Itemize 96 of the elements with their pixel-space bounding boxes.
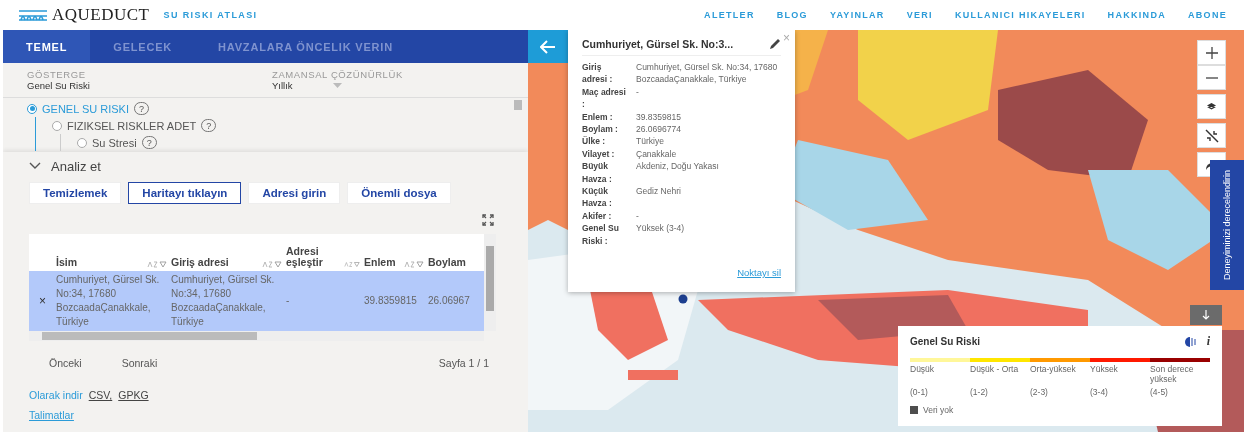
column-header[interactable]: Enlem — [364, 257, 396, 268]
download-label: Olarak indir — [29, 389, 83, 401]
popup-title: Cumhuriyet, Gürsel Sk. No:3... — [582, 38, 734, 50]
expand-icon[interactable] — [482, 214, 494, 226]
layers-icon — [1207, 103, 1216, 110]
section-title: Analiz et — [51, 158, 101, 174]
scrollbar-thumb[interactable] — [42, 332, 257, 340]
field-value: Cumhuriyet, Gürsel Sk. No:34, 17680 BozcaadaÇanakkale, Türkiye — [636, 61, 779, 86]
field-value: Yüksek (3-4) — [636, 222, 686, 236]
location-marker-icon[interactable] — [678, 294, 688, 304]
scrollbar-thumb[interactable] — [486, 246, 494, 311]
action-button[interactable]: Temizlemek — [29, 182, 122, 204]
field-value: Türkiye — [636, 135, 665, 148]
collapse-arrows-icon — [1204, 128, 1219, 143]
field-label: Ülke : — [582, 135, 607, 148]
tab[interactable]: TEMEL — [3, 30, 91, 63]
field-label: Küçük Havza : — [582, 185, 613, 210]
table-cell-text: Cumhuriyet, Gürsel Sk. No:34, 17680 BozcaadaÇanakkale, Türkiye — [56, 273, 161, 329]
field-value: - — [636, 85, 640, 99]
field-label: GÖSTERGE — [27, 69, 87, 80]
legend-title: Genel Su Riski — [910, 336, 981, 347]
field-value: Akdeniz, Doğu Yakası — [636, 160, 720, 174]
info-button[interactable]: i — [1206, 334, 1210, 349]
radio-button[interactable] — [77, 137, 87, 148]
legend-label: Veri yok — [923, 405, 954, 415]
field-value: Gediz Nehri — [636, 185, 682, 199]
back-arrow-icon — [540, 39, 556, 54]
field-label: Akifer : — [582, 209, 613, 223]
minus-icon — [1205, 76, 1218, 79]
column-header[interactable]: Boylam — [428, 257, 466, 268]
chevron-icon[interactable] — [29, 162, 41, 170]
legend-range: (3-4) — [1090, 387, 1109, 397]
indicator-dropdown[interactable]: Genel Su Riski — [27, 80, 272, 91]
legend-range: (1-2) — [970, 387, 989, 397]
field-label: ZAMANSAL ÇÖZÜNÜRLÜK — [272, 69, 404, 80]
column-header[interactable]: Adresi eşleştir — [286, 245, 344, 268]
layers-button[interactable] — [1197, 94, 1226, 119]
plus-icon — [1205, 46, 1218, 59]
layer-label[interactable]: Su Stresi — [92, 136, 137, 149]
legend-range: (2-3) — [1030, 387, 1049, 397]
download-link[interactable]: CSV, — [88, 389, 113, 401]
field-label: Vilayet : — [582, 147, 616, 161]
pencil-icon[interactable] — [769, 38, 781, 50]
table-cell-text: 26.06967 — [428, 294, 471, 308]
compare-button[interactable] — [1197, 123, 1226, 148]
column-header[interactable]: İsim — [56, 257, 77, 268]
legend-label: Düşük - Orta — [970, 365, 1020, 376]
rating-tab[interactable]: Deneyiminizi derecelendirin — [1210, 160, 1244, 290]
remove-button[interactable]: × — [29, 292, 56, 310]
resolution-dropdown[interactable]: Yıllık — [272, 80, 293, 91]
sort-filter-icon[interactable] — [344, 261, 360, 268]
site-subtitle: SU RISKI ATLASI — [163, 10, 258, 20]
back-button[interactable] — [528, 30, 568, 63]
previous-button[interactable]: Önceki — [29, 357, 102, 369]
legend-label: Düşük — [910, 365, 936, 376]
field-value: 39.8359815 — [636, 110, 682, 124]
caret-icon — [332, 83, 342, 88]
no-data-swatch — [910, 406, 918, 414]
field-value: - — [636, 209, 640, 223]
audio-icon[interactable] — [1184, 336, 1197, 347]
field-label: Giriş adresi : — [582, 61, 614, 86]
legend-range: (0-1) — [910, 387, 929, 397]
legend-label: Son derece yüksek — [1150, 365, 1195, 385]
table-cell-text: 39.8359815 — [364, 294, 418, 308]
zoom-in-button[interactable] — [1197, 40, 1226, 65]
field-label: Enlem : — [582, 110, 614, 124]
table-cell-text: - — [286, 294, 291, 308]
field-label: Büyük Havza : — [582, 160, 613, 186]
field-value: Çanakkale — [636, 147, 678, 161]
page-indicator: Sayfa 1 / 1 — [438, 357, 489, 369]
field-label: Genel Su Riski : — [582, 222, 620, 248]
sort-filter-icon[interactable] — [262, 261, 282, 268]
legend-label: Yüksek — [1090, 365, 1119, 376]
radio-button[interactable] — [52, 120, 62, 131]
legend-range: (4-5) — [1150, 387, 1169, 397]
next-button[interactable]: Sonraki — [101, 357, 178, 369]
aqueduct-logo-icon — [18, 9, 48, 21]
table-cell-text: Cumhuriyet, Gürsel Sk. No:34, 17680 BozcaadaÇanakkale, Türkiye — [171, 273, 276, 329]
down-arrow-icon — [1202, 310, 1210, 320]
radio-button[interactable] — [27, 103, 37, 114]
collapse-legend-button[interactable] — [1190, 305, 1222, 325]
field-value: 26.0696774 — [636, 123, 682, 136]
sort-filter-icon[interactable] — [404, 261, 424, 268]
layer-label[interactable]: FIZIKSEL RISKLER ADET — [67, 119, 197, 132]
action-button[interactable]: Haritayı tıklayın — [128, 182, 242, 204]
field-label: Maç adresi : — [582, 85, 626, 111]
sort-filter-icon[interactable] — [147, 261, 167, 268]
scrollbar-thumb[interactable] — [514, 100, 522, 110]
download-link[interactable]: GPKG — [118, 389, 149, 401]
field-label: Boylam : — [582, 123, 619, 136]
action-button[interactable]: Adresi girin — [248, 182, 341, 204]
column-header[interactable]: Giriş adresi — [171, 257, 229, 268]
action-button[interactable]: Önemli dosya — [347, 182, 451, 204]
zoom-out-button[interactable] — [1197, 65, 1226, 90]
legend-label: Orta-yüksek — [1030, 365, 1077, 376]
logo-text: AQUEDUCT — [52, 5, 150, 25]
